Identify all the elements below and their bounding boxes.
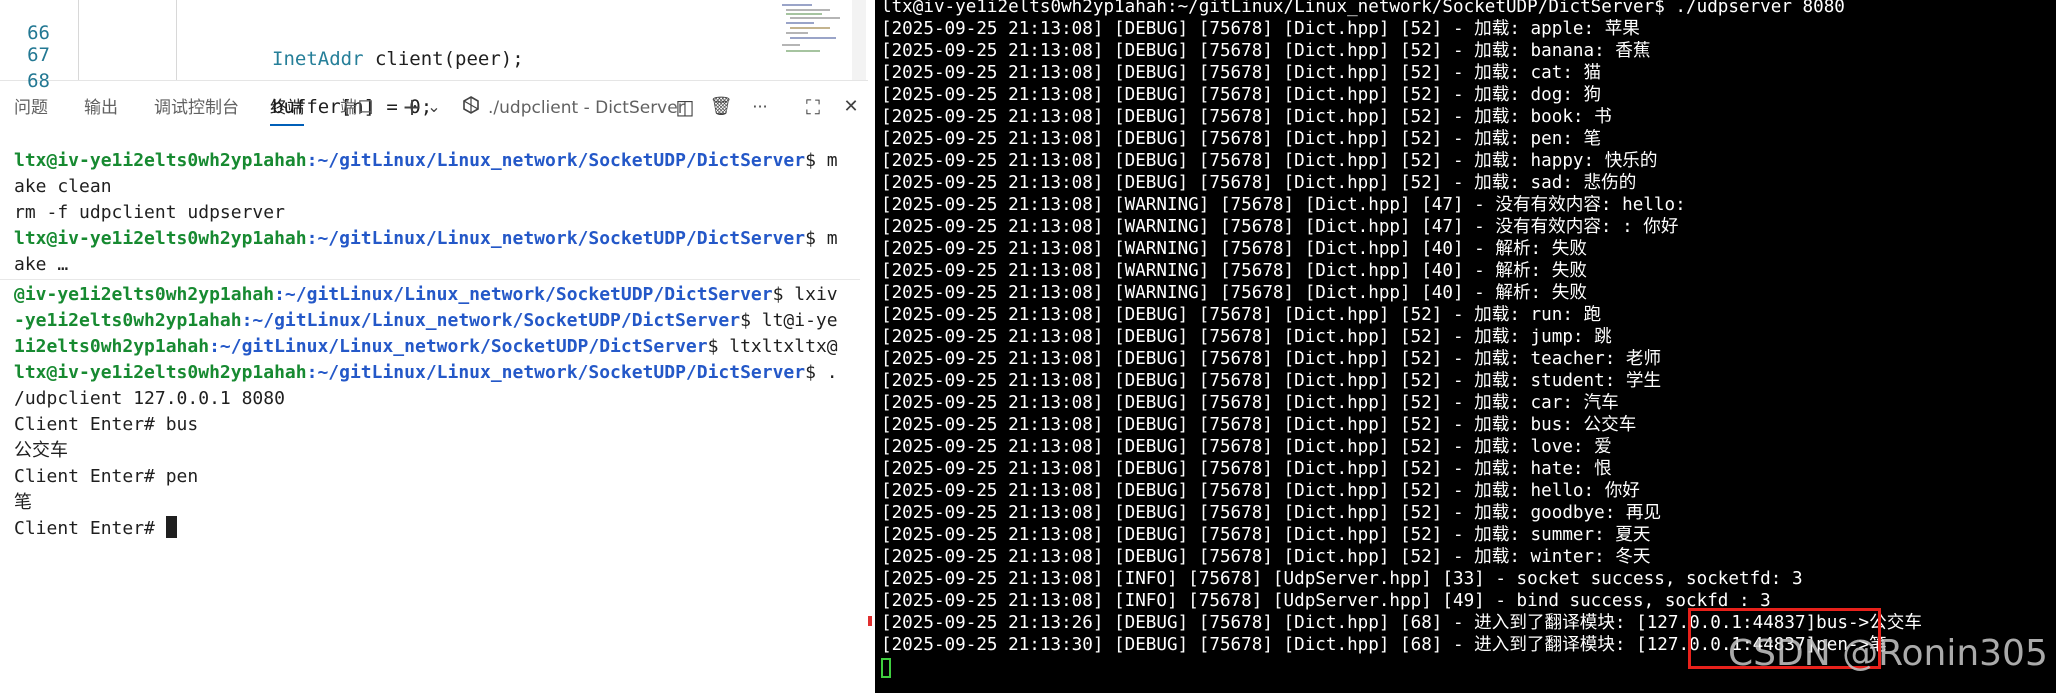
server-log-line: [2025-09-25 21:13:08] [DEBUG] [75678] [D… — [881, 349, 1662, 369]
code-editor[interactable]: 66 InetAddr client(peer); 67 68 buffer[n… — [0, 0, 868, 118]
code-line-67[interactable]: 67 — [0, 16, 69, 66]
tab-problems[interactable]: 问题 — [14, 96, 48, 120]
csdn-watermark: CSDN @Ronin305 — [1728, 633, 2048, 674]
server-log-line: [2025-09-25 21:13:08] [DEBUG] [75678] [D… — [881, 415, 1637, 435]
server-log-line: [2025-09-25 21:13:08] [DEBUG] [75678] [D… — [881, 129, 1602, 149]
indent-guide — [176, 0, 177, 80]
editor-scrollbar[interactable] — [852, 0, 866, 80]
server-log-line: [2025-09-25 21:13:08] [DEBUG] [75678] [D… — [881, 63, 1602, 83]
terminal-line: Client Enter# pen — [14, 466, 199, 487]
tab-output[interactable]: 输出 — [84, 96, 118, 120]
terminal-line: 笔 — [14, 492, 32, 513]
server-log-line: [2025-09-25 21:13:08] [DEBUG] [75678] [D… — [881, 305, 1602, 325]
server-log-line: [2025-09-25 21:13:08] [WARNING] [75678] … — [881, 239, 1587, 259]
panel-tab-bar: 问题 输出 调试控制台 终端 端口 + ⌄ ./udpclient - Dict… — [0, 84, 868, 128]
minimap[interactable] — [780, 0, 850, 62]
chevron-down-icon[interactable]: ⌄ — [426, 94, 442, 120]
close-panel-icon[interactable]: ✕ — [840, 94, 862, 120]
server-log-line: [2025-09-25 21:13:08] [DEBUG] [75678] [D… — [881, 107, 1612, 127]
terminal-prompt-line[interactable]: Client Enter# — [14, 516, 177, 542]
server-log-line: [2025-09-25 21:13:08] [DEBUG] [75678] [D… — [881, 459, 1612, 479]
vscode-window: 66 InetAddr client(peer); 67 68 buffer[n… — [0, 0, 868, 693]
maximize-panel-icon[interactable]: ⛶ — [800, 94, 826, 120]
tab-debug-console[interactable]: 调试控制台 — [154, 96, 239, 120]
server-log-line: [2025-09-25 21:13:08] [INFO] [75678] [Ud… — [881, 569, 1803, 589]
server-log-line: [2025-09-25 21:13:08] [WARNING] [75678] … — [881, 283, 1587, 303]
server-log-line: [2025-09-25 21:13:08] [WARNING] [75678] … — [881, 195, 1686, 215]
terminal-line: ake clean — [14, 176, 112, 197]
new-terminal-plus-icon[interactable]: + — [400, 94, 424, 120]
terminal-name-label[interactable]: ./udpclient - DictServer — [488, 96, 685, 120]
server-log-line: [2025-09-25 21:13:08] [DEBUG] [75678] [D… — [881, 393, 1619, 413]
server-log-line: [2025-09-25 21:13:08] [DEBUG] [75678] [D… — [881, 327, 1612, 347]
vscode-terminal[interactable]: ltx@iv-ye1i2elts0wh2yp1ahah:~/gitLinux/L… — [0, 148, 860, 693]
server-log-line: [2025-09-25 21:13:08] [DEBUG] [75678] [D… — [881, 19, 1640, 39]
server-log-line: ltx@iv-ye1i2elts0wh2yp1ahah:~/gitLinux/L… — [881, 0, 1845, 17]
terminal-line: rm -f udpclient udpserver — [14, 202, 285, 223]
terminal-line: 公交车 — [14, 440, 68, 461]
trash-icon[interactable]: 🗑 — [708, 94, 734, 120]
server-log-line: [2025-09-25 21:13:08] [DEBUG] [75678] [D… — [881, 547, 1651, 567]
terminal-line: ltx@iv-ye1i2elts0wh2yp1ahah:~/gitLinux/L… — [14, 150, 838, 171]
terminal-divider — [0, 279, 860, 280]
terminal-line: 1i2elts0wh2yp1ahah:~/gitLinux/Linux_netw… — [14, 336, 838, 357]
server-log-line: [2025-09-25 21:13:08] [WARNING] [75678] … — [881, 261, 1587, 281]
terminal-line: Client Enter# bus — [14, 414, 199, 435]
server-log-line: [2025-09-25 21:13:08] [DEBUG] [75678] [D… — [881, 525, 1651, 545]
terminal-line: /udpclient 127.0.0.1 8080 — [14, 388, 285, 409]
server-log-line: [2025-09-25 21:13:08] [WARNING] [75678] … — [881, 217, 1679, 237]
server-log-line: [2025-09-25 21:13:08] [DEBUG] [75678] [D… — [881, 437, 1612, 457]
terminal-line: ltx@iv-ye1i2elts0wh2yp1ahah:~/gitLinux/L… — [14, 228, 838, 249]
server-log-line: [2025-09-25 21:13:08] [DEBUG] [75678] [D… — [881, 173, 1637, 193]
tab-ports[interactable]: 端口 — [340, 96, 374, 120]
more-actions-icon[interactable]: ··· — [746, 94, 774, 120]
server-log-line: [2025-09-25 21:13:08] [DEBUG] [75678] [D… — [881, 151, 1658, 171]
indent-guide — [78, 0, 79, 80]
server-log-line: [2025-09-25 21:13:08] [DEBUG] [75678] [D… — [881, 41, 1651, 61]
terminal-shell-icon[interactable] — [460, 94, 482, 120]
code-text: InetAddr client(peer); — [272, 48, 524, 70]
server-terminal[interactable]: ltx@iv-ye1i2elts0wh2yp1ahah:~/gitLinux/L… — [875, 0, 2056, 693]
divider-marker — [868, 616, 872, 626]
terminal-line: -ye1i2elts0wh2yp1ahah:~/gitLinux/Linux_n… — [14, 310, 838, 331]
split-terminal-icon[interactable]: ◫ — [672, 94, 698, 120]
terminal-line: ltx@iv-ye1i2elts0wh2yp1ahah:~/gitLinux/L… — [14, 362, 838, 383]
server-log-line: [2025-09-25 21:13:08] [DEBUG] [75678] [D… — [881, 481, 1640, 501]
terminal-line: ake … — [14, 254, 69, 275]
server-log-line: [2025-09-25 21:13:08] [DEBUG] [75678] [D… — [881, 85, 1602, 105]
server-terminal-cursor — [881, 658, 891, 678]
code-line-68[interactable]: 68 buffer[n] = 0; — [0, 42, 432, 118]
server-log-line: [2025-09-25 21:13:08] [INFO] [75678] [Ud… — [881, 591, 1771, 611]
server-log-line: [2025-09-25 21:13:08] [DEBUG] [75678] [D… — [881, 371, 1662, 391]
server-log-line: [2025-09-25 21:13:08] [DEBUG] [75678] [D… — [881, 503, 1662, 523]
terminal-line: @iv-ye1i2elts0wh2yp1ahah:~/gitLinux/Linu… — [14, 284, 838, 305]
terminal-cursor — [165, 516, 177, 538]
tab-terminal[interactable]: 终端 — [270, 96, 304, 126]
